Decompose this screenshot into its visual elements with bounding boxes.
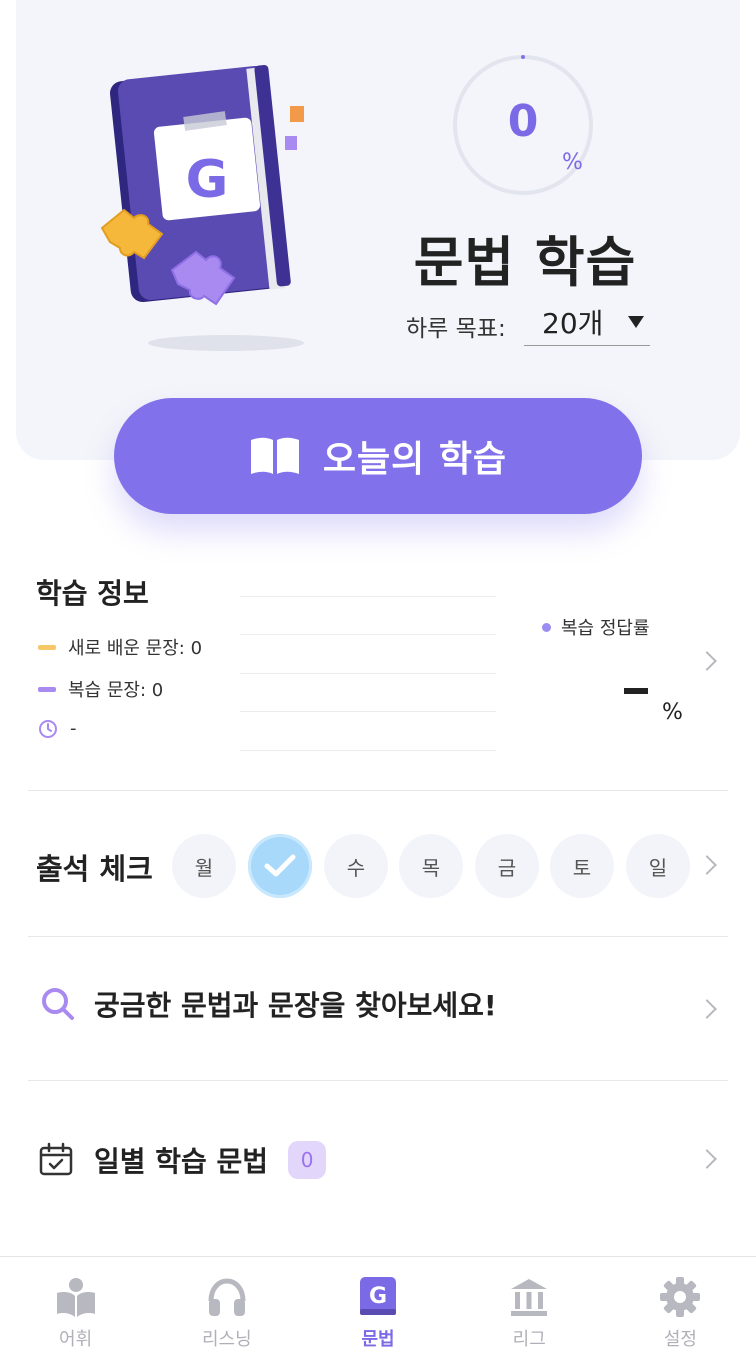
- gear-icon: [660, 1277, 701, 1317]
- study-info-title: 학습 정보: [36, 577, 149, 610]
- attendance-day-fri[interactable]: 금: [475, 834, 539, 898]
- check-icon: [264, 854, 296, 877]
- new-sentences-legend: 새로 배운 문장: 0: [38, 634, 202, 660]
- review-sentences-legend: 복습 문장: 0: [38, 676, 163, 702]
- league-icon: [511, 1279, 548, 1316]
- daily-goal-label: 하루 목표:: [406, 316, 506, 342]
- attendance-chevron-icon[interactable]: [697, 855, 717, 875]
- tab-league-label: 리그: [512, 1329, 546, 1350]
- tab-listening[interactable]: 리스닝: [151, 1257, 302, 1368]
- todays-study-label: 오늘의 학습: [322, 439, 508, 480]
- tab-vocabulary-label: 어휘: [59, 1329, 93, 1350]
- grammar-book-illustration: G: [100, 64, 304, 351]
- new-sentences-swatch: [38, 644, 56, 650]
- study-info-chevron-icon[interactable]: [697, 651, 717, 671]
- attendance-day-sun[interactable]: 일: [626, 834, 690, 898]
- divider: [28, 936, 728, 937]
- review-accuracy-unit: %: [662, 700, 683, 725]
- tab-grammar[interactable]: G 문법: [302, 1257, 453, 1368]
- study-chart-area: [240, 596, 496, 752]
- tab-settings[interactable]: 설정: [605, 1257, 756, 1368]
- attendance-day-thu[interactable]: 목: [399, 834, 463, 898]
- clock-icon: [39, 719, 57, 738]
- review-accuracy-value: [624, 688, 648, 694]
- daily-grammar-label: 일별 학습 문법: [94, 1145, 269, 1178]
- grammar-search-label: 궁금한 문법과 문장을 찾아보세요!: [94, 989, 497, 1022]
- grammar-search-row[interactable]: 궁금한 문법과 문장을 찾아보세요!: [40, 984, 497, 1024]
- tab-settings-label: 설정: [663, 1329, 697, 1350]
- daily-goal-value: 20개: [542, 306, 604, 340]
- attendance-day-mon[interactable]: 월: [172, 834, 236, 898]
- attendance-day-sat[interactable]: 토: [550, 834, 614, 898]
- study-time-value: -: [70, 718, 77, 739]
- page-title: 문법 학습: [413, 231, 637, 294]
- search-icon: [42, 988, 74, 1020]
- vocabulary-icon: [56, 1278, 95, 1317]
- daily-grammar-chevron-icon[interactable]: [697, 1149, 717, 1169]
- review-accuracy-label: 복습 정답률: [561, 618, 650, 639]
- tab-grammar-label: 문법: [361, 1329, 395, 1350]
- accuracy-dot: [542, 622, 551, 632]
- attendance-day-wed[interactable]: 수: [324, 834, 388, 898]
- progress-unit: %: [562, 150, 583, 175]
- divider: [28, 1080, 728, 1081]
- review-sentences-count: 복습 문장: 0: [68, 680, 164, 701]
- review-sentences-swatch: [38, 686, 56, 692]
- illustration-letter: G: [186, 150, 229, 210]
- todays-study-button[interactable]: 오늘의 학습: [114, 398, 642, 514]
- divider: [28, 790, 728, 791]
- grammar-icon: G: [360, 1277, 396, 1315]
- progress-value: 0: [507, 96, 539, 147]
- tab-listening-label: 리스닝: [201, 1329, 252, 1350]
- headphones-icon: [208, 1278, 246, 1316]
- bottom-tab-bar: 어휘 리스닝 G 문법 리그 설정: [0, 1256, 756, 1368]
- study-time-row: -: [38, 718, 77, 739]
- daily-goal-select[interactable]: 20개: [524, 298, 650, 346]
- new-sentences-count: 새로 배운 문장: 0: [68, 638, 203, 659]
- tab-league[interactable]: 리그: [454, 1257, 605, 1368]
- calendar-check-icon: [39, 1142, 73, 1176]
- daily-grammar-count-badge: 0: [288, 1141, 327, 1179]
- attendance-day-tue[interactable]: [248, 834, 312, 898]
- attendance-title: 출석 체크: [36, 852, 153, 886]
- review-accuracy-legend: 복습 정답률: [542, 614, 650, 640]
- daily-grammar-row[interactable]: 일별 학습 문법 0: [38, 1140, 327, 1180]
- caret-down-icon: [628, 315, 644, 328]
- svg-text:G: G: [369, 1284, 387, 1309]
- search-chevron-icon[interactable]: [697, 999, 717, 1019]
- book-open-icon: [250, 437, 299, 474]
- tab-vocabulary[interactable]: 어휘: [0, 1257, 151, 1368]
